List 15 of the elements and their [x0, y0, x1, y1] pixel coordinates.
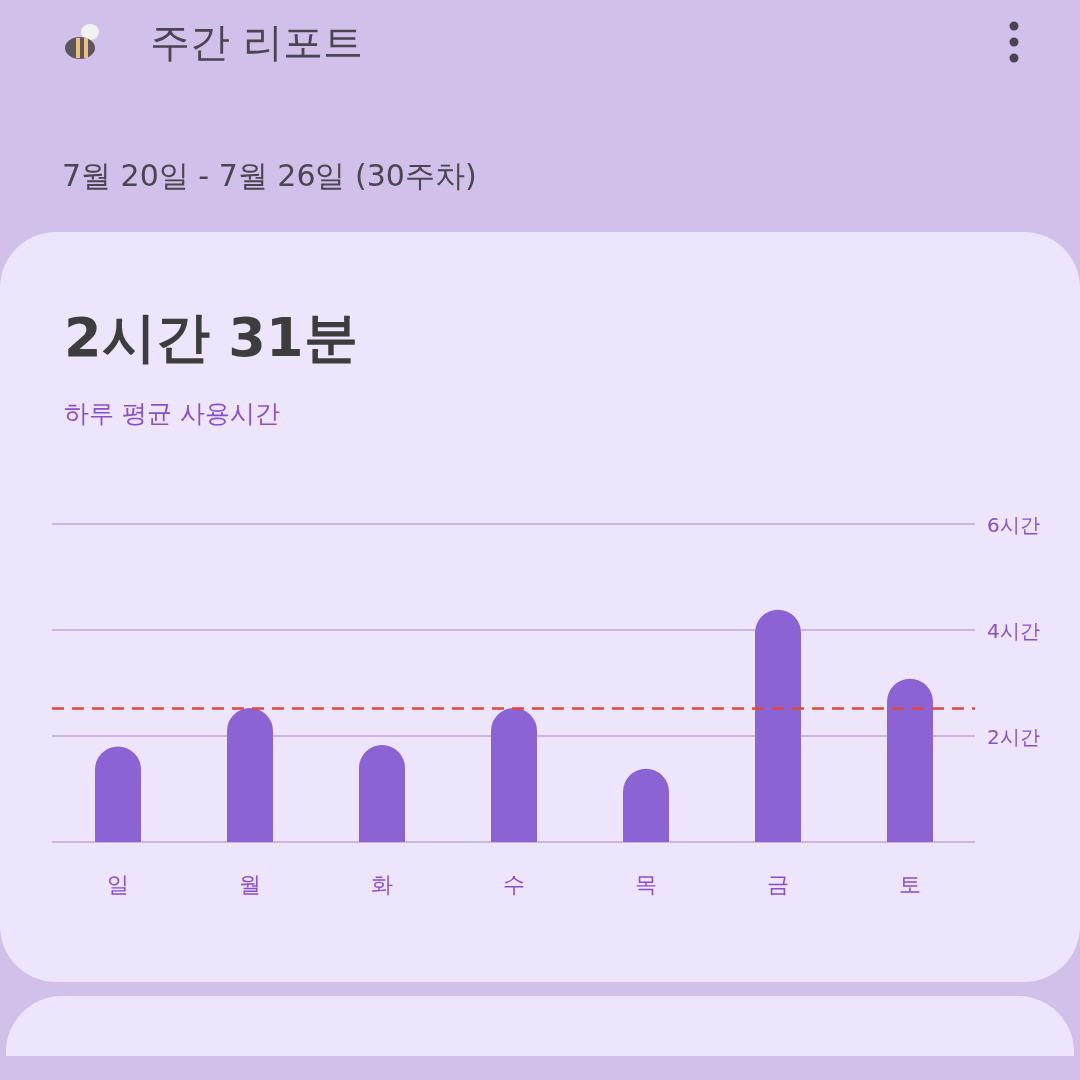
day-label: 토 [899, 872, 921, 897]
axis-label: 6시간 [987, 513, 1040, 537]
day-label: 일 [107, 872, 129, 897]
average-time: 2시간 31분 [64, 305, 359, 371]
day-label: 화 [371, 872, 393, 897]
axis-label: 4시간 [987, 619, 1040, 643]
page-title: 주간 리포트 [150, 17, 364, 67]
more-menu-icon[interactable] [1008, 20, 1020, 64]
week-range: 7월 20일 - 7월 26일 (30주차) [62, 157, 478, 195]
day-label: 금 [767, 872, 789, 897]
average-caption: 하루 평균 사용시간 [64, 398, 281, 430]
day-label: 월 [239, 872, 261, 897]
axis-label: 2시간 [987, 725, 1040, 749]
day-label: 목 [635, 872, 657, 897]
day-label: 수 [503, 872, 525, 897]
